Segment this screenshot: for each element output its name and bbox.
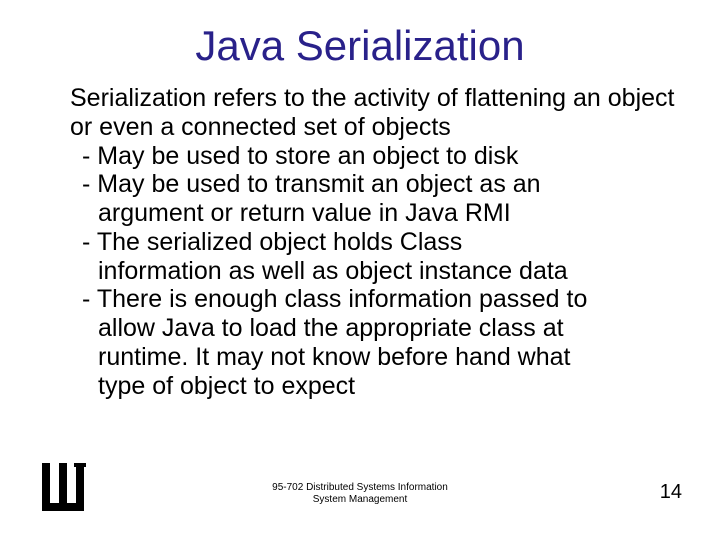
slide-title: Java Serialization [0,0,720,70]
footer-line1: 95-702 Distributed Systems Information [0,482,720,494]
footer-line2: System Management [0,494,720,506]
bullet-2-cont: argument or return value in Java RMI [70,199,685,228]
slide-body: Serialization refers to the activity of … [0,70,720,400]
bullet-4-cont3: type of object to expect [70,372,685,401]
bullet-1: - May be used to store an object to disk [70,142,685,171]
bullet-4-cont1: allow Java to load the appropriate class… [70,314,685,343]
page-number: 14 [660,481,682,504]
bullet-3: - The serialized object holds Class [70,228,685,257]
bullet-4: - There is enough class information pass… [70,285,685,314]
footer: 95-702 Distributed Systems Information S… [0,482,720,506]
bullet-3-cont: information as well as object instance d… [70,257,685,286]
intro-text: Serialization refers to the activity of … [70,84,685,142]
slide: Java Serialization Serialization refers … [0,0,720,540]
cmu-logo-icon [36,463,90,522]
bullet-4-cont2: runtime. It may not know before hand wha… [70,343,685,372]
bullet-2: - May be used to transmit an object as a… [70,170,685,199]
